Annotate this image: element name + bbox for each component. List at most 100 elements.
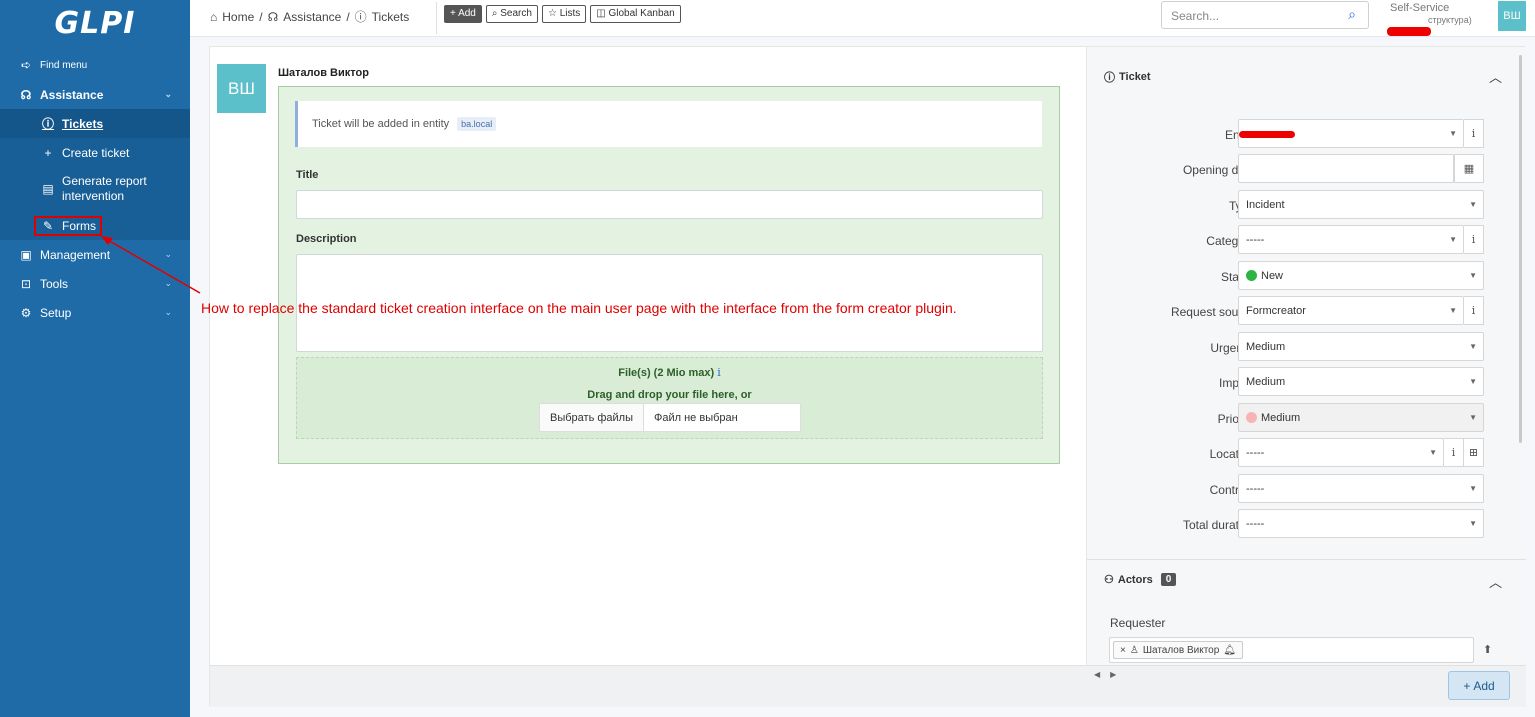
files-label-text: File(s) (2 Mio max)	[618, 367, 715, 379]
urgency-value: Medium	[1246, 340, 1286, 353]
sidebar-item-forms-label: Forms	[62, 218, 96, 233]
chevron-up-icon[interactable]: ︿	[1489, 67, 1502, 86]
file-dropzone[interactable]: File(s) (2 Mio max) i Drag and drop your…	[296, 357, 1043, 439]
section-divider	[1087, 559, 1526, 560]
location-info-icon[interactable]: i	[1444, 438, 1464, 467]
type-select[interactable]: Incident ▼	[1238, 190, 1484, 219]
panel-scrollbar[interactable]	[1519, 55, 1522, 443]
profile-selector[interactable]: Self-Service структура)	[1387, 2, 1472, 36]
global-search-input[interactable]: Search... ⌕	[1161, 1, 1369, 29]
forms-highlight-box: ✎ Forms	[34, 215, 102, 236]
author-name: Шаталов Виктор	[278, 67, 369, 79]
menu-management-label: Management	[40, 247, 111, 262]
entity-notice: Ticket will be added in entity ba.local	[295, 101, 1042, 147]
glpi-logo[interactable]: GLPI	[0, 0, 190, 46]
header-kanban-button[interactable]: ◫ Global Kanban	[590, 5, 681, 23]
ticket-section-header[interactable]: ⓘ Ticket	[1104, 69, 1151, 85]
location-select[interactable]: ----- ▼	[1238, 438, 1444, 467]
requester-select[interactable]: × ♙ Шаталов Виктор 🔔︎	[1109, 637, 1474, 663]
total-duration-select[interactable]: ----- ▼	[1238, 509, 1484, 538]
status-select[interactable]: New ▼	[1238, 261, 1484, 290]
request-source-value: Formcreator	[1246, 304, 1306, 317]
info-icon[interactable]: i	[717, 366, 721, 379]
dropdown-arrow-icon: ▼	[1469, 377, 1477, 386]
field-location: Location ----- ▼ i ⊞	[1087, 438, 1526, 470]
actors-section-header[interactable]: ⚇ Actors 0	[1104, 573, 1177, 586]
dropdown-arrow-icon: ▼	[1469, 519, 1477, 528]
priority-select[interactable]: Medium ▼	[1238, 403, 1484, 432]
chevron-down-icon: ⌄	[164, 307, 172, 317]
menu-setup[interactable]: ⚙ Setup ⌄	[0, 298, 190, 327]
menu-assistance[interactable]: ☊ Assistance ⌄	[0, 80, 190, 109]
type-value: Incident	[1246, 198, 1285, 211]
opening-date-input[interactable]	[1238, 154, 1454, 183]
title-input[interactable]	[296, 190, 1043, 219]
entity-info-icon[interactable]: i	[1464, 119, 1484, 148]
breadcrumb: ⌂ Home / ☊ Assistance / ⓘ Tickets	[210, 8, 409, 25]
sidebar-item-create-ticket[interactable]: + Create ticket	[0, 138, 190, 167]
redaction-mark	[1387, 27, 1431, 36]
category-info-icon[interactable]: i	[1464, 225, 1484, 254]
category-value: -----	[1246, 233, 1265, 246]
pin-icon[interactable]: ⬆	[1483, 643, 1492, 656]
menu-tools[interactable]: ⊡ Tools ⌄	[0, 269, 190, 298]
sidebar-item-forms[interactable]: ✎ Forms	[0, 211, 190, 240]
user-icon: ♙	[1129, 644, 1139, 656]
kanban-icon: ◫	[596, 8, 609, 19]
impact-select[interactable]: Medium ▼	[1238, 367, 1484, 396]
file-input[interactable]: Выбрать файлы Файл не выбран	[539, 403, 801, 432]
plus-icon: +	[1463, 678, 1471, 693]
wallet-icon: ▣	[20, 247, 32, 262]
form-footer: ◀▶ + Add	[210, 665, 1526, 707]
description-label: Description	[296, 233, 357, 245]
edit-icon: ✎	[42, 218, 54, 233]
briefcase-icon: ⊡	[20, 276, 32, 291]
redaction-mark	[1239, 131, 1295, 138]
dropzone-text: Drag and drop your file here, or	[587, 389, 752, 401]
calendar-icon[interactable]: ▦	[1454, 154, 1484, 183]
ticket-timeline: ВШ Шаталов Виктор Ticket will be added i…	[210, 47, 1086, 665]
report-icon: ▤	[42, 181, 54, 196]
global-search-placeholder: Search...	[1171, 9, 1220, 23]
ticket-side-panel: ⓘ Ticket ︿ Entity ▼ i Opening date ▦ Typ…	[1086, 47, 1526, 665]
entity-tag: ba.local	[457, 117, 497, 131]
entity-select[interactable]: ▼	[1238, 119, 1464, 148]
find-menu[interactable]: ➪ Find menu	[0, 50, 190, 80]
add-ticket-button[interactable]: + Add	[1448, 671, 1510, 700]
menu-tools-label: Tools	[40, 276, 69, 291]
actors-section-title: Actors	[1117, 573, 1153, 586]
field-opening-date: Opening date ▦	[1087, 154, 1526, 186]
arrow-right-icon: ➪	[20, 58, 32, 72]
choose-files-button[interactable]: Выбрать файлы	[540, 404, 644, 431]
header-search-button[interactable]: ⌕ Search	[485, 5, 538, 23]
request-source-select[interactable]: Formcreator ▼	[1238, 296, 1464, 325]
sidebar-item-generate-report[interactable]: ▤ Generate report intervention	[0, 167, 190, 211]
urgency-select[interactable]: Medium ▼	[1238, 332, 1484, 361]
category-select[interactable]: ----- ▼	[1238, 225, 1464, 254]
contract-select[interactable]: ----- ▼	[1238, 474, 1484, 503]
menu-management[interactable]: ▣ Management ⌄	[0, 240, 190, 269]
breadcrumb-home[interactable]: Home	[222, 10, 254, 24]
chevron-up-icon[interactable]: ︿	[1489, 572, 1502, 591]
remove-icon[interactable]: ×	[1120, 645, 1126, 656]
breadcrumb-assistance[interactable]: Assistance	[283, 10, 341, 24]
map-icon[interactable]: ⊞	[1464, 438, 1484, 467]
sidebar-item-tickets[interactable]: ⓘ Tickets	[0, 109, 190, 138]
horizontal-scroll-arrows[interactable]: ◀▶	[1094, 670, 1126, 679]
sidebar: GLPI ➪ Find menu ☊ Assistance ⌄ ⓘ Ticket…	[0, 0, 190, 717]
user-avatar[interactable]: ВШ	[1498, 1, 1526, 31]
alert-circle-icon: ⓘ	[1104, 72, 1115, 84]
ticket-section-title: Ticket	[1119, 71, 1151, 83]
requester-name: Шаталов Виктор	[1142, 644, 1220, 656]
request-source-info-icon[interactable]: i	[1464, 296, 1484, 325]
headset-icon: ☊	[267, 9, 279, 24]
header-search-label: Search	[500, 8, 532, 19]
header-lists-button[interactable]: ☆ Lists	[541, 5, 587, 23]
status-value: New	[1261, 269, 1284, 282]
users-icon: ⚇	[1104, 574, 1114, 586]
header-add-button[interactable]: + Add	[444, 5, 482, 23]
gear-icon: ⚙	[20, 305, 32, 320]
dropdown-arrow-icon: ▼	[1449, 235, 1457, 244]
bell-icon[interactable]: 🔔︎	[1223, 645, 1236, 656]
breadcrumb-tickets[interactable]: Tickets	[372, 10, 410, 24]
